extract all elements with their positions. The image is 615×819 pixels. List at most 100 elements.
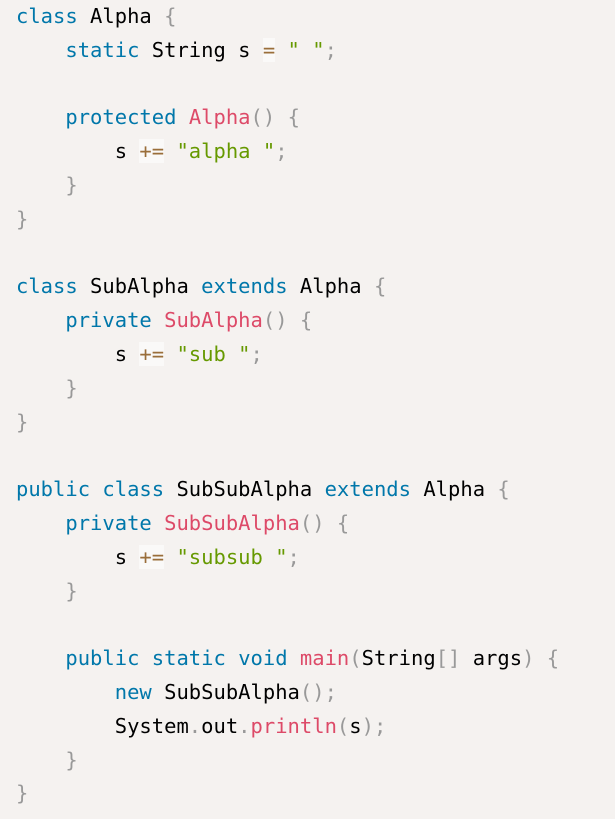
code-line: s += "subsub "; bbox=[16, 541, 615, 575]
code-line: public class SubSubAlpha extends Alpha { bbox=[16, 473, 615, 507]
code-token-plain: Alpha bbox=[77, 4, 165, 28]
code-token-keyword: public bbox=[65, 646, 140, 671]
code-listing: class Alpha { static String s = " "; pro… bbox=[16, 0, 615, 811]
code-token-punctuation: } bbox=[65, 375, 78, 400]
code-token-keyword: class bbox=[16, 4, 78, 28]
code-token-punctuation: () bbox=[299, 510, 325, 535]
code-line: s += "alpha "; bbox=[16, 135, 615, 169]
code-line: static String s = " "; bbox=[16, 34, 615, 68]
code-block: class Alpha { static String s = " "; pro… bbox=[0, 0, 615, 819]
code-token-operator: += bbox=[139, 139, 165, 164]
code-token-punctuation: } bbox=[65, 747, 78, 772]
code-token-keyword: void bbox=[238, 646, 288, 671]
code-token-punctuation: { bbox=[497, 477, 510, 502]
code-token-punctuation: { bbox=[373, 274, 387, 299]
code-token-punctuation: . bbox=[238, 713, 251, 738]
code-token-plain: System bbox=[16, 713, 189, 738]
code-token-punctuation: ; bbox=[287, 544, 300, 569]
code-line: public static void main(String[] args) { bbox=[16, 642, 615, 676]
code-token-punctuation: { bbox=[164, 4, 177, 28]
code-token-operator: = bbox=[262, 37, 276, 62]
code-line: protected Alpha() { bbox=[16, 101, 615, 135]
code-token-punctuation: } bbox=[16, 206, 29, 231]
code-token-punctuation: () bbox=[250, 105, 276, 130]
code-token-punctuation: ; bbox=[324, 37, 337, 62]
code-token-punctuation: { bbox=[546, 646, 560, 671]
code-token-punctuation: ( bbox=[349, 646, 362, 671]
code-token-plain: out bbox=[201, 713, 239, 738]
code-token-function: main bbox=[299, 646, 350, 671]
code-line: class SubAlpha extends Alpha { bbox=[16, 270, 615, 304]
code-token-plain: s bbox=[16, 139, 140, 164]
code-line: class Alpha { bbox=[16, 0, 615, 34]
code-line: s += "sub "; bbox=[16, 338, 615, 372]
code-token-punctuation: { bbox=[299, 308, 313, 333]
code-token-punctuation: ) bbox=[522, 646, 535, 671]
code-token-punctuation: { bbox=[287, 105, 300, 130]
code-token-punctuation: } bbox=[65, 172, 78, 197]
code-line: System.out.println(s); bbox=[16, 710, 615, 744]
code-token-punctuation: [] bbox=[435, 646, 461, 671]
code-token-punctuation: { bbox=[336, 510, 350, 535]
code-line: } bbox=[16, 575, 615, 609]
code-token-keyword: extends bbox=[201, 274, 288, 299]
code-token-plain: Alpha bbox=[287, 274, 374, 299]
code-token-string: "sub " bbox=[176, 341, 251, 366]
code-token-keyword: protected bbox=[65, 105, 177, 130]
code-token-operator: += bbox=[139, 544, 165, 569]
code-token-keyword: public bbox=[16, 477, 91, 502]
code-token-punctuation: } bbox=[16, 781, 29, 806]
code-line: private SubAlpha() { bbox=[16, 304, 615, 338]
code-line: } bbox=[16, 744, 615, 778]
code-token-punctuation: () bbox=[262, 308, 288, 333]
code-line: private SubSubAlpha() { bbox=[16, 507, 615, 541]
code-token-function: println bbox=[250, 713, 337, 738]
code-token-function: SubAlpha bbox=[164, 308, 263, 333]
code-line: } bbox=[16, 169, 615, 203]
code-token-keyword: private bbox=[65, 308, 152, 333]
code-line: new SubSubAlpha(); bbox=[16, 676, 615, 710]
code-token-punctuation: (); bbox=[299, 679, 337, 704]
code-token-plain: SubSubAlpha bbox=[164, 679, 300, 704]
code-line: } bbox=[16, 406, 615, 440]
code-token-keyword: static bbox=[151, 646, 226, 671]
code-token-plain: String s bbox=[139, 37, 263, 62]
code-line: } bbox=[16, 203, 615, 237]
code-token-string: "subsub " bbox=[176, 544, 288, 569]
code-token-punctuation: ; bbox=[250, 341, 263, 366]
code-line: } bbox=[16, 777, 615, 811]
code-token-keyword: class bbox=[16, 274, 78, 299]
code-token-plain: SubSubAlpha bbox=[164, 477, 325, 502]
code-token-operator: += bbox=[139, 341, 165, 366]
code-line: } bbox=[16, 372, 615, 406]
code-token-keyword: private bbox=[65, 510, 152, 535]
code-token-plain: s bbox=[16, 544, 140, 569]
code-token-plain: args bbox=[460, 646, 523, 671]
code-token-string: " " bbox=[287, 37, 325, 62]
code-token-punctuation: ); bbox=[361, 713, 387, 738]
